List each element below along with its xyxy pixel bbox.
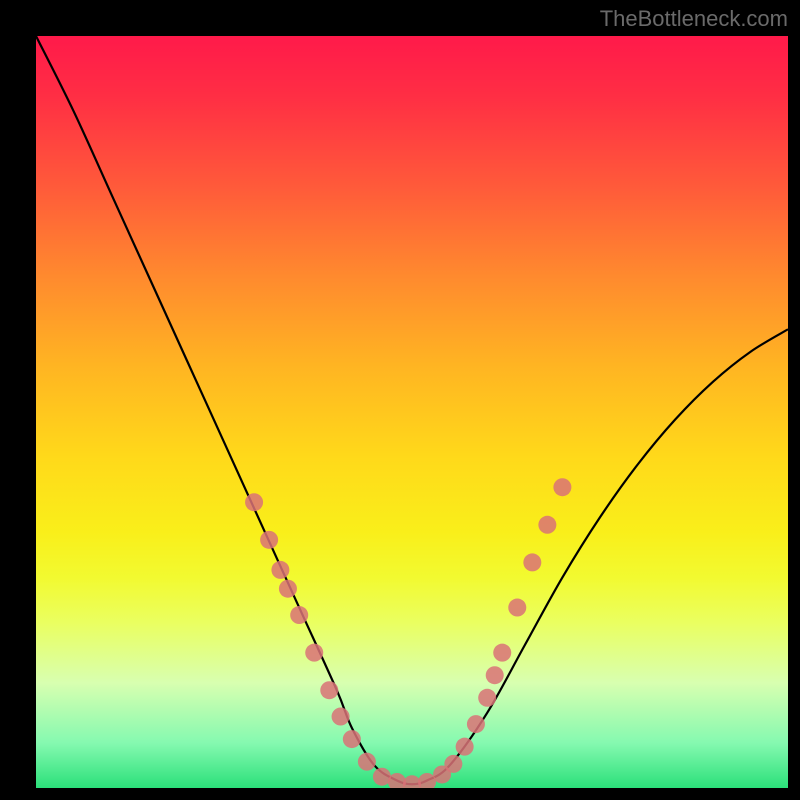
marker-point [279,580,297,598]
marker-point [538,516,556,534]
marker-point [444,755,462,773]
marker-point [245,493,263,511]
marker-point [486,666,504,684]
marker-point [332,708,350,726]
marker-point [478,689,496,707]
curve-group [36,36,788,784]
marker-point [523,553,541,571]
marker-point [508,599,526,617]
marker-group [245,478,571,788]
marker-point [290,606,308,624]
marker-point [467,715,485,733]
marker-point [493,644,511,662]
marker-point [553,478,571,496]
marker-point [260,531,278,549]
marker-point [305,644,323,662]
marker-point [271,561,289,579]
bottleneck-curve [36,36,788,784]
plot-area [36,36,788,788]
chart-svg [36,36,788,788]
marker-point [456,738,474,756]
watermark-text: TheBottleneck.com [600,6,788,32]
marker-point [320,681,338,699]
marker-point [358,753,376,771]
marker-point [343,730,361,748]
